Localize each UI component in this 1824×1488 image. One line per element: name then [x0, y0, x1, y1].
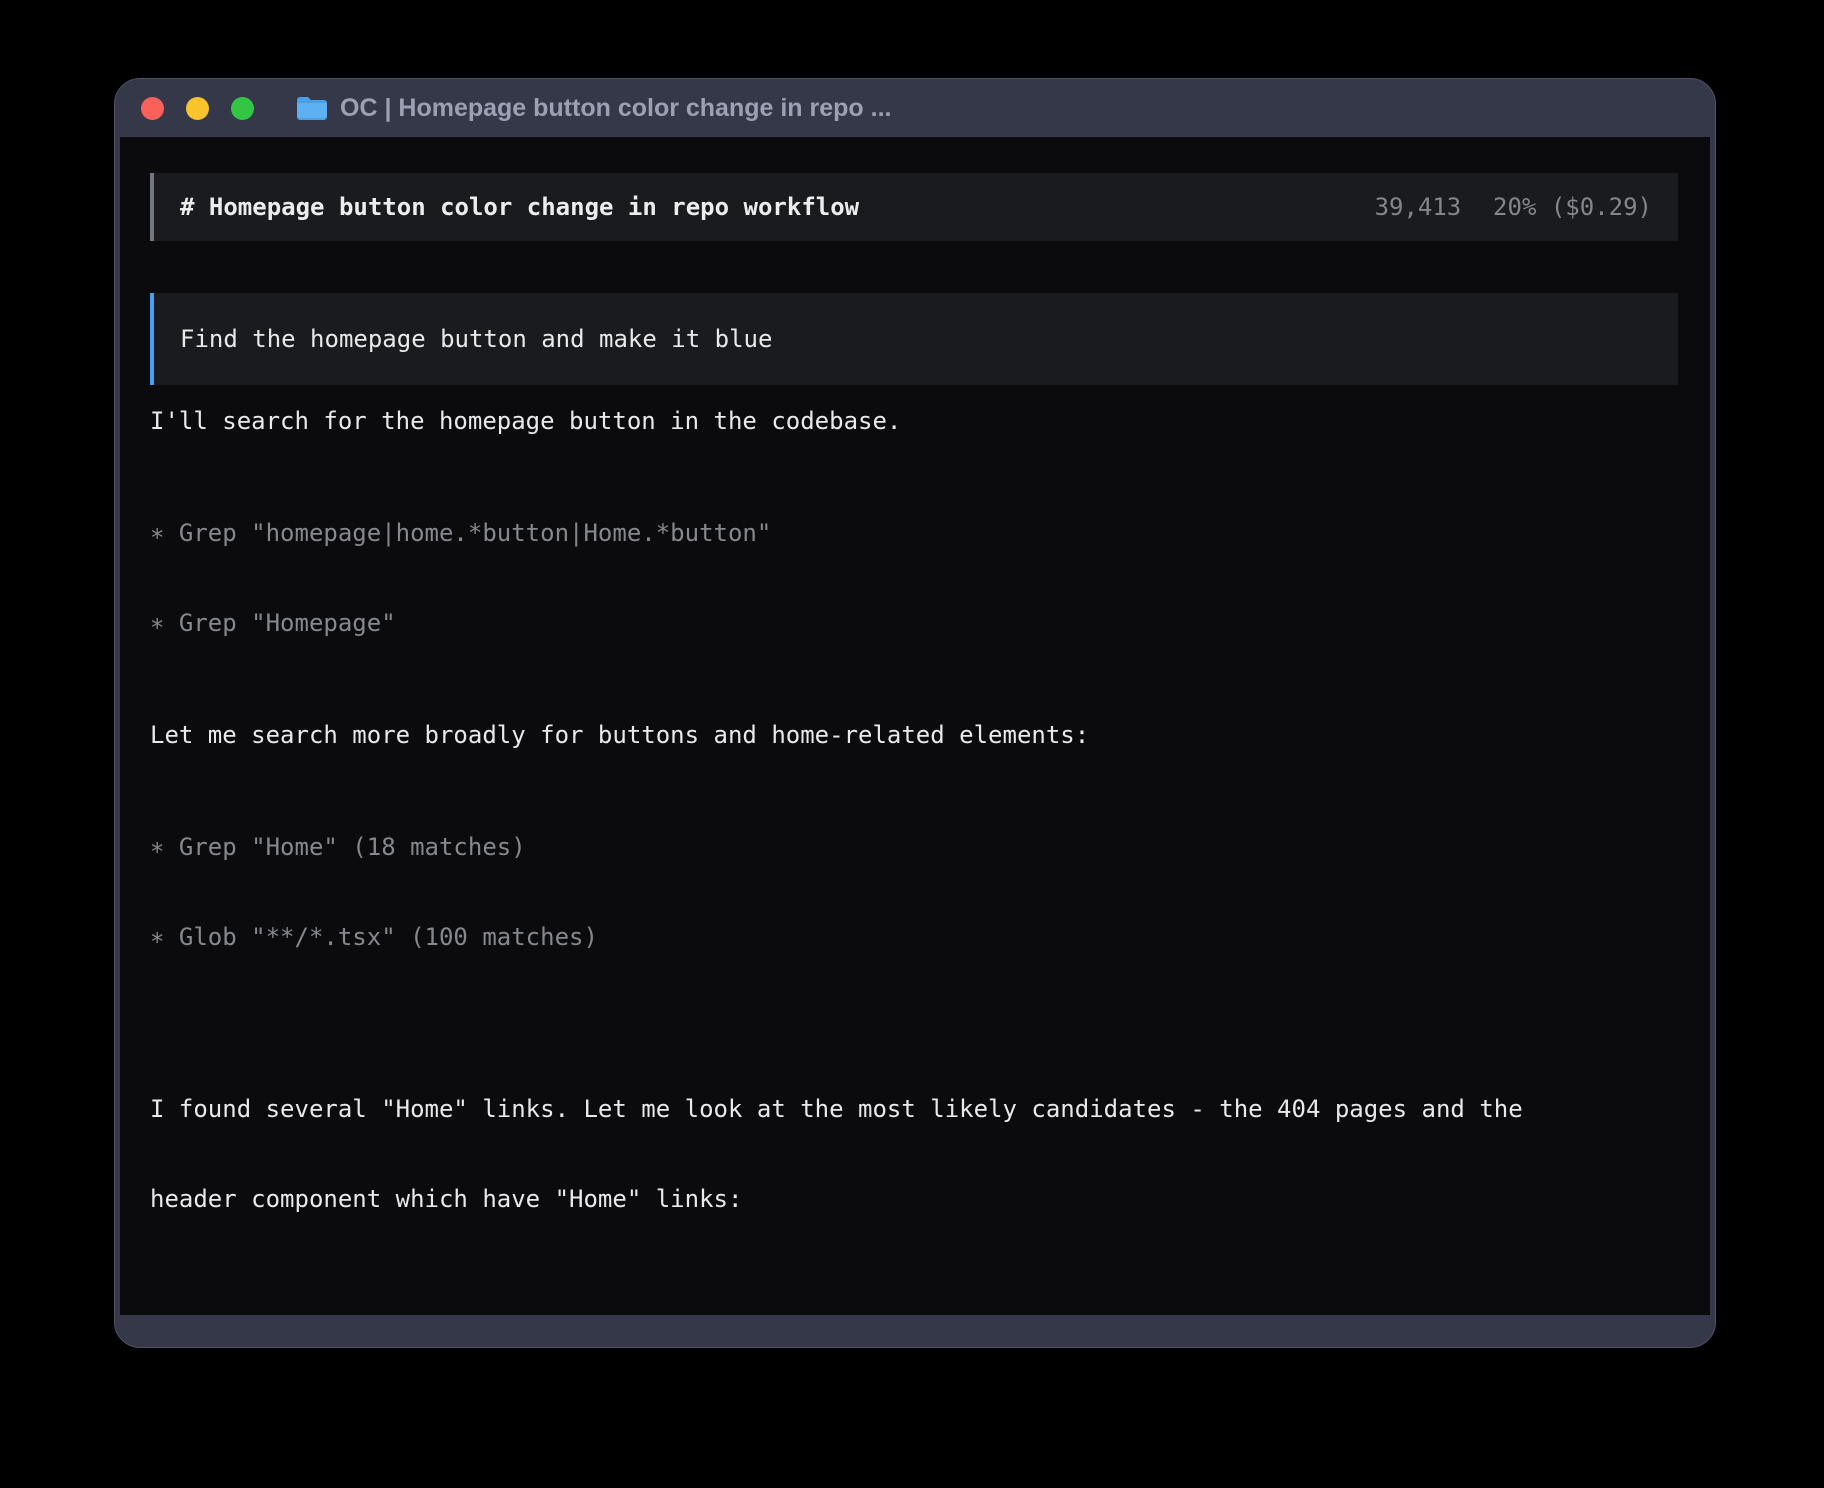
- tool-call-grep: ∗ Grep "Home" (18 matches): [150, 832, 1678, 862]
- user-message-text: Find the homepage button and make it blu…: [180, 325, 772, 353]
- window-title-group: OC | Homepage button color change in rep…: [296, 94, 891, 123]
- session-title: # Homepage button color change in repo w…: [180, 192, 859, 222]
- maximize-window-button[interactable]: [231, 97, 254, 120]
- assistant-text: I found several "Home" links. Let me loo…: [150, 1034, 1678, 1274]
- tool-call-grep: ∗ Grep "homepage|home.*button|Home.*butt…: [150, 518, 1678, 548]
- session-header: # Homepage button color change in repo w…: [150, 173, 1678, 241]
- terminal-window: OC | Homepage button color change in rep…: [114, 78, 1716, 1348]
- assistant-text: Let me search more broadly for buttons a…: [150, 720, 1678, 750]
- close-window-button[interactable]: [141, 97, 164, 120]
- context-cost: 20% ($0.29): [1493, 192, 1652, 222]
- folder-icon: [296, 95, 328, 121]
- assistant-transcript: I'll search for the homepage button in t…: [150, 406, 1678, 1348]
- traffic-lights: [141, 97, 254, 120]
- tool-call-group: ∗ Grep "Home" (18 matches) ∗ Glob "**/*.…: [150, 772, 1678, 1012]
- tool-call-group: → Read packages/console/app/src/routes/[…: [150, 1296, 1678, 1348]
- minimize-window-button[interactable]: [186, 97, 209, 120]
- terminal-content: # Homepage button color change in repo w…: [120, 137, 1710, 1315]
- tool-call-group: ∗ Grep "homepage|home.*button|Home.*butt…: [150, 458, 1678, 698]
- token-count: 39,413: [1375, 192, 1462, 222]
- assistant-text: I'll search for the homepage button in t…: [150, 406, 1678, 436]
- window-title: OC | Homepage button color change in rep…: [340, 94, 891, 123]
- session-stats: 39,413 20% ($0.29): [1375, 192, 1652, 222]
- tool-call-grep: ∗ Grep "Homepage": [150, 608, 1678, 638]
- user-message: Find the homepage button and make it blu…: [150, 293, 1678, 385]
- tool-call-glob: ∗ Glob "**/*.tsx" (100 matches): [150, 922, 1678, 952]
- title-bar: OC | Homepage button color change in rep…: [115, 79, 1715, 137]
